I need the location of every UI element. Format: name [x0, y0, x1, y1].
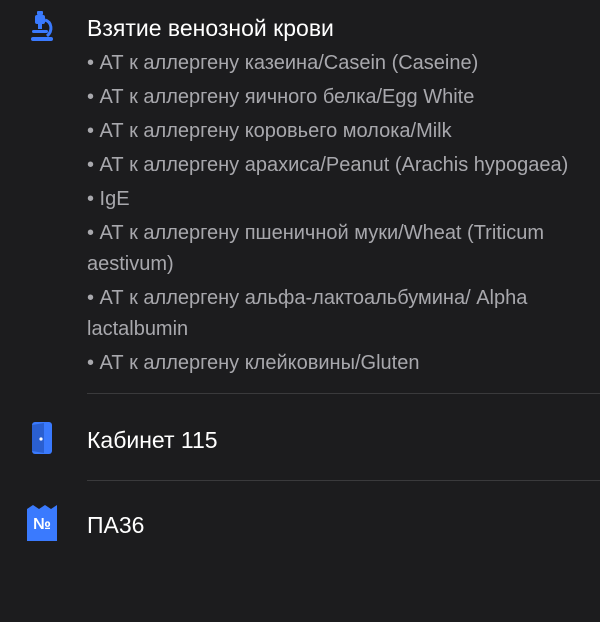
code-section: № ПА36	[0, 481, 600, 541]
test-list: • АТ к аллергену казеина/Casein (Caseine…	[87, 48, 600, 379]
test-item-casein: • АТ к аллергену казеина/Casein (Caseine…	[87, 52, 479, 74]
test-item-alpha-lactalbumin: • АТ к аллергену альфа-лактоальбумина/ A…	[87, 287, 528, 340]
test-item-egg-white: • АТ к аллергену яичного белка/Egg White	[87, 86, 475, 108]
procedure-title: Взятие венозной крови	[87, 15, 334, 41]
number-badge-icon: №	[25, 505, 59, 541]
test-item-gluten: • АТ к аллергену клейковины/Gluten	[87, 352, 420, 374]
number-badge-text: №	[33, 516, 51, 533]
test-item-wheat: • АТ к аллергену пшеничной муки/Wheat (T…	[87, 222, 545, 275]
test-item-peanut: • АТ к аллергену арахиса/Peanut (Arachis…	[87, 154, 569, 176]
procedure-section: Взятие венозной крови • АТ к аллергену к…	[0, 0, 600, 394]
room-section[interactable]: Кабинет 115	[0, 394, 600, 480]
microscope-icon	[28, 10, 56, 44]
test-item-milk: • АТ к аллергену коровьего молока/Milk	[87, 120, 452, 142]
code-label: ПА36	[87, 512, 145, 538]
room-label: Кабинет 115	[87, 427, 218, 453]
test-item-ige: • IgE	[87, 188, 130, 210]
order-details-screen: Взятие венозной крови • АТ к аллергену к…	[0, 0, 600, 622]
door-icon	[28, 421, 56, 455]
